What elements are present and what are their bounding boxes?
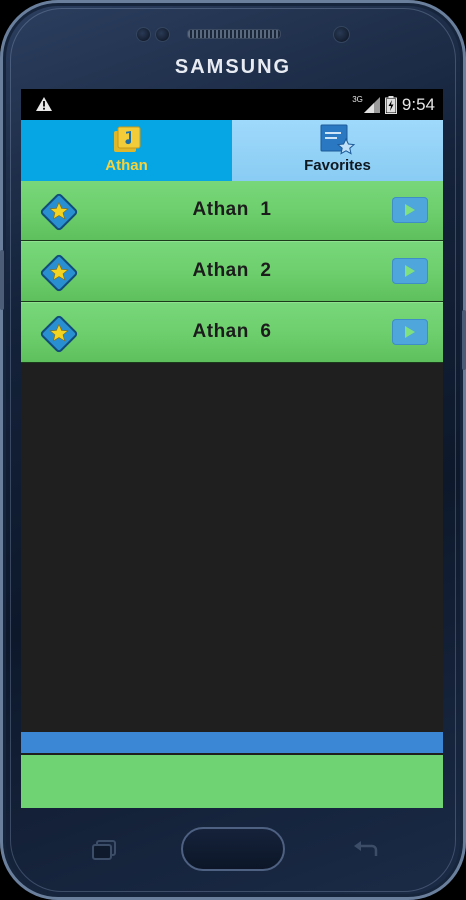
favorite-list-icon xyxy=(320,124,356,155)
front-camera xyxy=(333,26,350,43)
power-button xyxy=(462,310,466,370)
athan-title: Athan 6 xyxy=(192,321,272,342)
list-item[interactable]: Athan 1 xyxy=(21,181,443,241)
proximity-sensor xyxy=(136,27,151,42)
athan-title: Athan 1 xyxy=(192,199,272,220)
blue-divider-bar xyxy=(21,732,443,753)
play-button[interactable] xyxy=(392,197,428,223)
status-bar: 3G 9:54 xyxy=(21,89,443,120)
tab-athan[interactable]: Athan xyxy=(21,120,232,181)
play-icon xyxy=(405,265,415,277)
play-button[interactable] xyxy=(392,319,428,345)
phone-frame: SAMSUNG 3G 9:54 Athan Favorites Athan 1 … xyxy=(0,0,466,900)
clock: 9:54 xyxy=(401,95,435,114)
back-icon[interactable] xyxy=(350,838,382,862)
tab-bar: Athan Favorites xyxy=(21,120,443,181)
light-sensor xyxy=(155,27,170,42)
play-icon xyxy=(405,204,415,216)
athan-title: Athan 2 xyxy=(192,260,272,281)
recent-apps-icon[interactable] xyxy=(88,838,120,862)
warning-icon xyxy=(36,97,52,111)
ad-banner-area xyxy=(21,755,443,808)
brand-logo: SAMSUNG xyxy=(174,56,292,78)
status-icons: 3G 9:54 xyxy=(352,94,435,116)
home-button[interactable] xyxy=(181,827,285,871)
tab-favorites[interactable]: Favorites xyxy=(232,120,443,181)
play-button[interactable] xyxy=(392,258,428,284)
music-folder-icon xyxy=(114,126,141,152)
athan-list: Athan 1 Athan 2 Athan 6 xyxy=(21,181,443,363)
screen: 3G 9:54 Athan Favorites Athan 1 Athan 2 … xyxy=(21,89,443,808)
battery-icon xyxy=(384,96,397,114)
earpiece-speaker xyxy=(187,29,281,39)
tab-favorites-label: Favorites xyxy=(304,157,371,174)
signal-icon xyxy=(363,97,380,113)
play-icon xyxy=(405,326,415,338)
volume-button xyxy=(0,250,4,310)
list-item[interactable]: Athan 6 xyxy=(21,302,443,363)
list-item[interactable]: Athan 2 xyxy=(21,241,443,302)
tab-athan-label: Athan xyxy=(105,157,148,174)
network-type: 3G xyxy=(352,94,363,104)
